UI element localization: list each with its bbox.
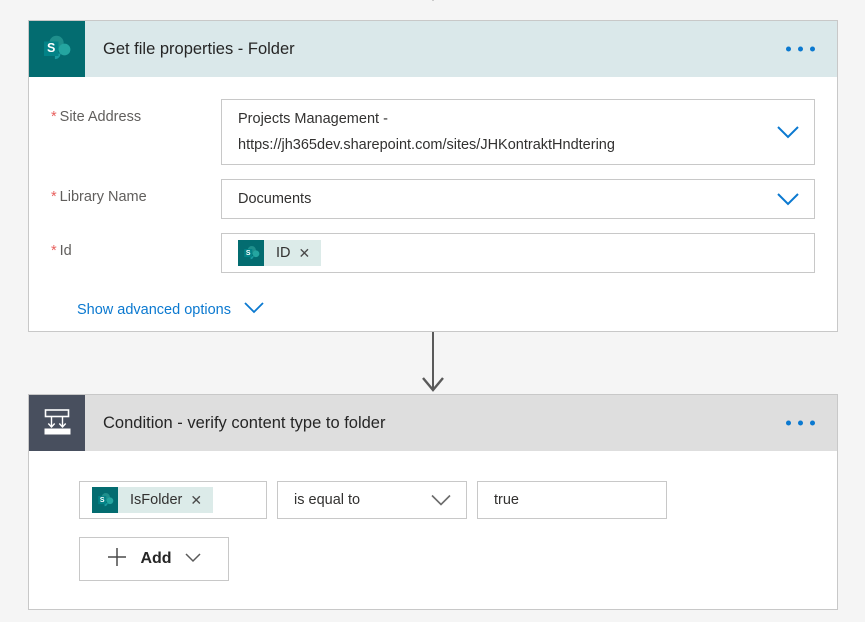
required-asterisk: * bbox=[51, 243, 57, 259]
token-label: IsFolder bbox=[118, 492, 190, 508]
svg-text:S: S bbox=[47, 41, 55, 55]
site-address-value-line1: Projects Management - bbox=[238, 106, 770, 132]
condition-branch-icon bbox=[29, 395, 85, 451]
ellipsis-dot bbox=[810, 421, 815, 426]
dynamic-content-token-id[interactable]: S ID ✕ bbox=[238, 240, 321, 266]
library-name-dropdown[interactable]: Documents bbox=[221, 179, 815, 219]
show-advanced-options-label: Show advanced options bbox=[77, 302, 231, 318]
condition-value-input[interactable]: true bbox=[477, 481, 667, 519]
chevron-down-icon[interactable] bbox=[243, 301, 265, 318]
label-text: Id bbox=[60, 243, 72, 259]
label-text: Library Name bbox=[60, 189, 147, 205]
label-site-address: *Site Address bbox=[51, 99, 221, 125]
condition-value-text: true bbox=[494, 492, 519, 508]
site-address-value-line2: https://jh365dev.sharepoint.com/sites/JH… bbox=[238, 132, 770, 158]
chevron-down-icon[interactable] bbox=[184, 550, 202, 568]
connector-middle bbox=[0, 332, 865, 394]
action-card-overflow-menu[interactable] bbox=[786, 47, 815, 52]
dynamic-content-token-isfolder[interactable]: S IsFolder ✕ bbox=[92, 487, 213, 513]
ellipsis-dot bbox=[810, 47, 815, 52]
svg-text:S: S bbox=[245, 250, 250, 257]
close-icon[interactable]: ✕ bbox=[299, 246, 322, 260]
condition-card[interactable]: Condition - verify content type to folde… bbox=[28, 394, 838, 610]
form-row-library-name: *Library Name Documents bbox=[51, 179, 815, 219]
action-card-form: *Site Address Projects Management - http… bbox=[29, 77, 837, 319]
chevron-down-icon[interactable] bbox=[776, 125, 800, 139]
ellipsis-dot bbox=[798, 421, 803, 426]
add-button-label: Add bbox=[140, 550, 171, 568]
condition-card-overflow-menu[interactable] bbox=[786, 421, 815, 426]
action-card-title: Get file properties - Folder bbox=[103, 40, 295, 59]
condition-expression-row: S IsFolder ✕ is equal to true bbox=[79, 481, 837, 519]
condition-operator-dropdown[interactable]: is equal to bbox=[277, 481, 467, 519]
sharepoint-icon: S bbox=[29, 21, 85, 77]
condition-card-title: Condition - verify content type to folde… bbox=[103, 414, 385, 433]
label-library-name: *Library Name bbox=[51, 179, 221, 205]
close-icon[interactable]: ✕ bbox=[190, 493, 213, 507]
ellipsis-dot bbox=[786, 421, 791, 426]
site-address-dropdown[interactable]: Projects Management - https://jh365dev.s… bbox=[221, 99, 815, 165]
plus-icon bbox=[106, 546, 128, 573]
required-asterisk: * bbox=[51, 189, 57, 205]
connector-top bbox=[0, 0, 865, 2]
label-text: Site Address bbox=[60, 109, 141, 125]
arrow-down-icon bbox=[418, 332, 448, 394]
sharepoint-icon: S bbox=[92, 487, 118, 513]
condition-operand-input[interactable]: S IsFolder ✕ bbox=[79, 481, 267, 519]
library-name-value: Documents bbox=[238, 186, 770, 212]
label-id: *Id bbox=[51, 233, 221, 259]
action-card-get-file-properties[interactable]: S Get file properties - Folder *Site Add… bbox=[28, 20, 838, 332]
show-advanced-options-link[interactable]: Show advanced options bbox=[77, 301, 265, 318]
form-row-site-address: *Site Address Projects Management - http… bbox=[51, 99, 815, 165]
sharepoint-icon: S bbox=[238, 240, 264, 266]
condition-card-body: S IsFolder ✕ is equal to true bbox=[29, 451, 837, 581]
condition-card-header[interactable]: Condition - verify content type to folde… bbox=[29, 395, 837, 451]
id-input[interactable]: S ID ✕ bbox=[221, 233, 815, 273]
arrow-down-icon bbox=[418, 0, 448, 2]
form-row-id: *Id S ID ✕ bbox=[51, 233, 815, 273]
ellipsis-dot bbox=[786, 47, 791, 52]
chevron-down-icon[interactable] bbox=[430, 494, 452, 507]
svg-text:S: S bbox=[99, 497, 104, 504]
ellipsis-dot bbox=[798, 47, 803, 52]
required-asterisk: * bbox=[51, 109, 57, 125]
token-label: ID bbox=[264, 245, 299, 261]
chevron-down-icon[interactable] bbox=[776, 192, 800, 206]
condition-operator-value: is equal to bbox=[294, 492, 360, 508]
action-card-header[interactable]: S Get file properties - Folder bbox=[29, 21, 837, 77]
add-button[interactable]: Add bbox=[79, 537, 229, 581]
